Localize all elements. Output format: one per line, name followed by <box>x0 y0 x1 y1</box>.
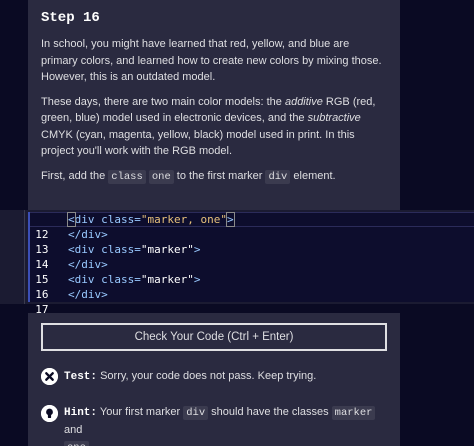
code-line-15[interactable]: 15 </div> <box>0 257 108 286</box>
test-message: Sorry, your code does not pass. Keep try… <box>97 370 317 382</box>
hint-label: Hint: <box>64 407 98 419</box>
lightbulb-icon <box>41 405 58 422</box>
code-line-13[interactable]: 13 </div> <box>0 227 108 256</box>
hint-code-marker: marker <box>331 406 376 420</box>
actions-panel: Check Your Code (Ctrl + Enter) Test: Sor… <box>28 313 400 446</box>
fail-x-icon <box>41 368 58 385</box>
hint-code-div: div <box>183 406 209 420</box>
code-line-14[interactable]: 14 <div class="marker"> <box>0 242 200 271</box>
description-paragraph-1: In school, you might have learned that r… <box>41 38 382 83</box>
step-title: Step 16 <box>41 10 100 26</box>
inline-code-one: one <box>148 169 174 184</box>
code-line-17[interactable]: 17 </div> <box>0 287 108 316</box>
test-label: Test: <box>64 371 98 383</box>
code-line-16[interactable]: 16 <div class="marker"> <box>0 272 200 301</box>
description-paragraph-2: These days, there are two main color mod… <box>41 95 376 158</box>
inline-code-class: class <box>108 169 146 184</box>
inline-code-div: div <box>265 169 291 184</box>
instructions-panel: Step 16 In school, you might have learne… <box>28 0 400 210</box>
task-paragraph: First, add the class one to the first ma… <box>41 169 336 184</box>
hint-code-one: one <box>64 441 89 446</box>
check-code-button[interactable]: Check Your Code (Ctrl + Enter) <box>41 323 387 351</box>
code-line-12[interactable]: 12 <div class="marker, one"> <box>0 212 235 241</box>
code-editor[interactable]: 12 <div class="marker, one"> 13 </div> 1… <box>0 210 474 316</box>
